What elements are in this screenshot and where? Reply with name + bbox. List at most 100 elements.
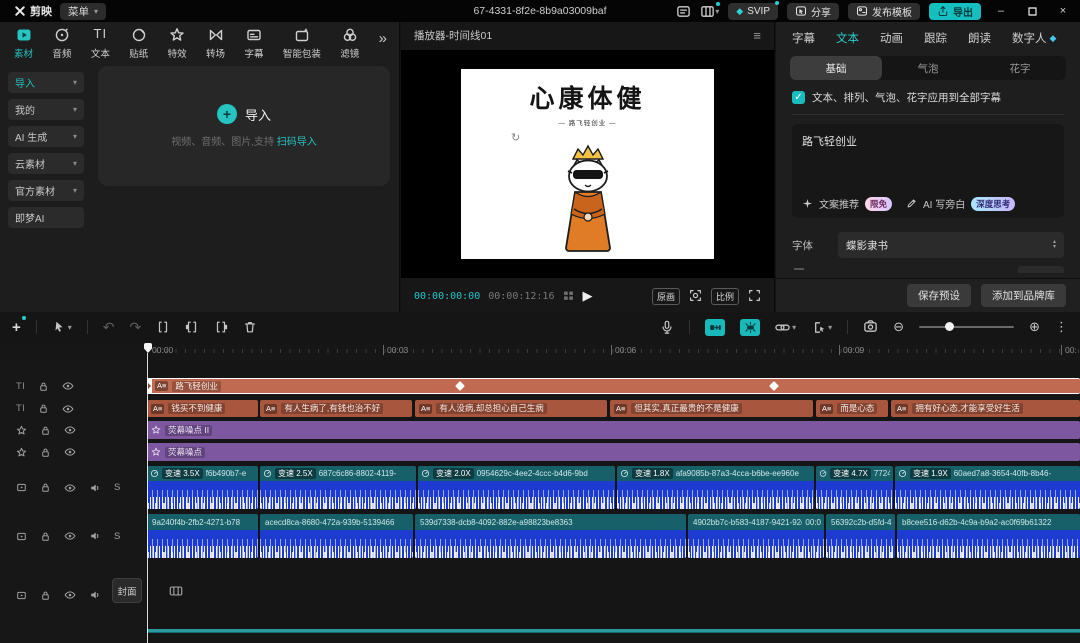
effect-clip[interactable]: 荧幕噪点 II bbox=[147, 421, 1080, 439]
changelog-button[interactable] bbox=[676, 4, 691, 19]
subtitle-clip[interactable]: A≡但其实,真正最贵的不是健康 bbox=[610, 400, 813, 417]
font-select[interactable]: 蝶影隶书 ▴ ▾ bbox=[838, 232, 1064, 258]
eye-icon[interactable] bbox=[62, 380, 74, 392]
video-clip[interactable]: acecd8ca-8680-472a-939b-5139466 bbox=[260, 514, 413, 558]
ribbon-item-captions[interactable]: 字幕 bbox=[244, 27, 263, 60]
undo-button[interactable]: ↶ bbox=[103, 319, 115, 336]
font-spinner[interactable]: ▴ ▾ bbox=[1053, 240, 1056, 250]
import-dropzone[interactable]: + 导入 视频、音频、图片,支持 扫码导入 bbox=[98, 66, 390, 186]
category-ai-generate[interactable]: AI 生成 ▾ bbox=[8, 126, 84, 147]
delete-button[interactable] bbox=[243, 318, 257, 336]
ribbon-item-effects[interactable]: 特效 bbox=[168, 27, 187, 60]
trim-right-button[interactable] bbox=[214, 318, 228, 336]
zoom-out-button[interactable]: ⊖ bbox=[893, 319, 904, 335]
subtab-bubble[interactable]: 气泡 bbox=[882, 56, 974, 80]
category-jimeng-ai[interactable]: 即梦AI bbox=[8, 207, 84, 228]
eye-icon[interactable] bbox=[62, 403, 74, 415]
ribbon-item-transition[interactable]: 转场 bbox=[206, 27, 225, 60]
svip-button[interactable]: ◆ SVIP bbox=[728, 3, 778, 20]
tab-animation[interactable]: 动画 bbox=[880, 30, 903, 46]
video-clip[interactable]: b8cee516-d62b-4c9a-b9a2-ac0f69b61322 bbox=[897, 514, 1080, 558]
tab-read-aloud[interactable]: 朗读 bbox=[968, 30, 991, 46]
ribbon-item-audio[interactable]: 音频 bbox=[52, 27, 71, 60]
cover-button[interactable]: 封面 bbox=[112, 578, 142, 603]
lock-icon[interactable] bbox=[40, 590, 51, 601]
share-button[interactable]: 分享 bbox=[787, 3, 839, 20]
video-clip[interactable]: 变速 3.5Xf6b490b7-e bbox=[147, 466, 258, 509]
subtitle-clip[interactable]: A≡而是心态 bbox=[816, 400, 888, 417]
player-menu-button[interactable]: ≡ bbox=[753, 28, 761, 43]
solo-toggle[interactable]: S bbox=[114, 531, 120, 542]
tab-tracking[interactable]: 跟踪 bbox=[924, 30, 947, 46]
zoom-slider-knob[interactable] bbox=[945, 322, 954, 331]
aspect-ratio-button[interactable]: 比例 bbox=[711, 288, 739, 305]
video-clip[interactable]: 9a240f4b-2fb2-4271-b78 bbox=[147, 514, 258, 558]
ai-voiceover-button[interactable]: AI 写旁白 bbox=[923, 196, 965, 211]
lock-icon[interactable] bbox=[38, 403, 49, 414]
eye-icon[interactable] bbox=[64, 482, 76, 494]
redo-button[interactable]: ↷ bbox=[130, 319, 142, 336]
eye-icon[interactable] bbox=[64, 424, 76, 436]
subtitle-clip[interactable]: A≡拥有好心态,才能享受好生活 bbox=[891, 400, 1080, 417]
speaker-icon[interactable] bbox=[89, 530, 101, 542]
subtitle-clip[interactable]: A≡钱买不到健康 bbox=[147, 400, 258, 417]
video-clip[interactable]: 变速 2.0X0954629c-4ee2-4ccc-b4d6-9bd bbox=[418, 466, 615, 509]
ribbon-item-media[interactable]: 素材 bbox=[14, 27, 33, 60]
category-mine[interactable]: 我的 ▾ bbox=[8, 99, 84, 120]
video-clip[interactable]: 变速 4.7X7724 bbox=[816, 466, 893, 509]
tab-digital-human[interactable]: 数字人 ◆ bbox=[1012, 30, 1056, 46]
video-clip[interactable]: 变速 1.9X60aed7a8-3654-40fb-8b46- bbox=[895, 466, 1080, 509]
minimize-button[interactable]: – bbox=[990, 5, 1012, 17]
lock-icon[interactable] bbox=[38, 381, 49, 392]
ribbon-item-text[interactable]: TI 文本 bbox=[91, 27, 110, 60]
lock-icon[interactable] bbox=[40, 447, 51, 458]
main-track-magnet-toggle[interactable] bbox=[705, 319, 725, 336]
video-clip[interactable]: 变速 1.8Xafa9085b-87a3-4cca-b6be-ee960e bbox=[617, 466, 814, 509]
close-button[interactable]: × bbox=[1052, 5, 1074, 17]
lock-icon[interactable] bbox=[40, 482, 51, 493]
export-button[interactable]: 导出 bbox=[929, 3, 981, 20]
add-to-brand-button[interactable]: 添加到品牌库 bbox=[981, 284, 1066, 307]
effect-clip[interactable]: 荧幕噪点 bbox=[147, 443, 1080, 461]
video-clip[interactable]: 56392c2b-d5fd-47 bbox=[826, 514, 895, 558]
auto-snap-toggle[interactable] bbox=[740, 319, 760, 336]
eye-icon[interactable] bbox=[64, 446, 76, 458]
preview-frame-button[interactable] bbox=[863, 318, 878, 336]
ribbon-item-sticker[interactable]: 贴纸 bbox=[129, 27, 148, 60]
player-canvas[interactable]: 心康体健 — 路飞轻创业 — ↻ bbox=[401, 50, 774, 278]
preview-zoom-button[interactable] bbox=[689, 287, 702, 305]
timeline-ruler[interactable]: 00:00 00:03 00:06 00:09 00: bbox=[0, 342, 1080, 360]
menu-button[interactable]: 菜单 ▾ bbox=[60, 3, 106, 20]
maximize-button[interactable] bbox=[1021, 5, 1043, 17]
zoom-in-button[interactable]: ⊕ bbox=[1029, 319, 1040, 335]
speaker-icon[interactable] bbox=[89, 482, 101, 494]
video-clip[interactable]: 变速 2.5X687c6c86-8802-4119- bbox=[260, 466, 416, 509]
eye-icon[interactable] bbox=[64, 589, 76, 601]
subtab-basic[interactable]: 基础 bbox=[790, 56, 882, 80]
copy-suggest-button[interactable]: 文案推荐 bbox=[819, 196, 859, 211]
timeline-zoom-slider[interactable] bbox=[919, 326, 1014, 328]
frame-grid-icon[interactable] bbox=[562, 287, 575, 305]
category-cloud[interactable]: 云素材 ▾ bbox=[8, 153, 84, 174]
fullscreen-button[interactable] bbox=[748, 287, 761, 305]
category-official[interactable]: 官方素材 ▾ bbox=[8, 180, 84, 201]
select-tool-button[interactable]: ▾ bbox=[52, 320, 72, 334]
apply-all-checkbox[interactable]: ✓ bbox=[792, 91, 805, 104]
workspace-layout-button[interactable]: ▾ bbox=[700, 4, 719, 19]
publish-template-button[interactable]: 发布模板 bbox=[848, 3, 920, 20]
scan-import-link[interactable]: 扫码导入 bbox=[277, 137, 317, 148]
play-button[interactable]: ▶ bbox=[583, 288, 593, 303]
subtitle-clip[interactable]: A≡有人没病,却总担心自己生病 bbox=[415, 400, 607, 417]
tab-text[interactable]: 文本 bbox=[836, 30, 859, 46]
add-track-button[interactable]: + bbox=[12, 319, 21, 336]
text-clip-selected[interactable]: A≡ 路飞轻创业 bbox=[147, 378, 1080, 394]
split-button[interactable] bbox=[156, 318, 170, 336]
category-import[interactable]: 导入 ▾ bbox=[8, 72, 84, 93]
lock-icon[interactable] bbox=[40, 531, 51, 542]
speaker-icon[interactable] bbox=[89, 589, 101, 601]
ribbon-item-smart-pack[interactable]: 智能包装 bbox=[283, 27, 321, 60]
tab-captions[interactable]: 字幕 bbox=[792, 30, 815, 46]
preview-follow-button[interactable]: ▾ bbox=[811, 320, 832, 335]
subtitle-clip[interactable]: A≡有人生病了,有钱也治不好 bbox=[260, 400, 412, 417]
video-clip[interactable]: 539d7338-dcb8-4092-882e-a98823be8363 bbox=[415, 514, 686, 558]
